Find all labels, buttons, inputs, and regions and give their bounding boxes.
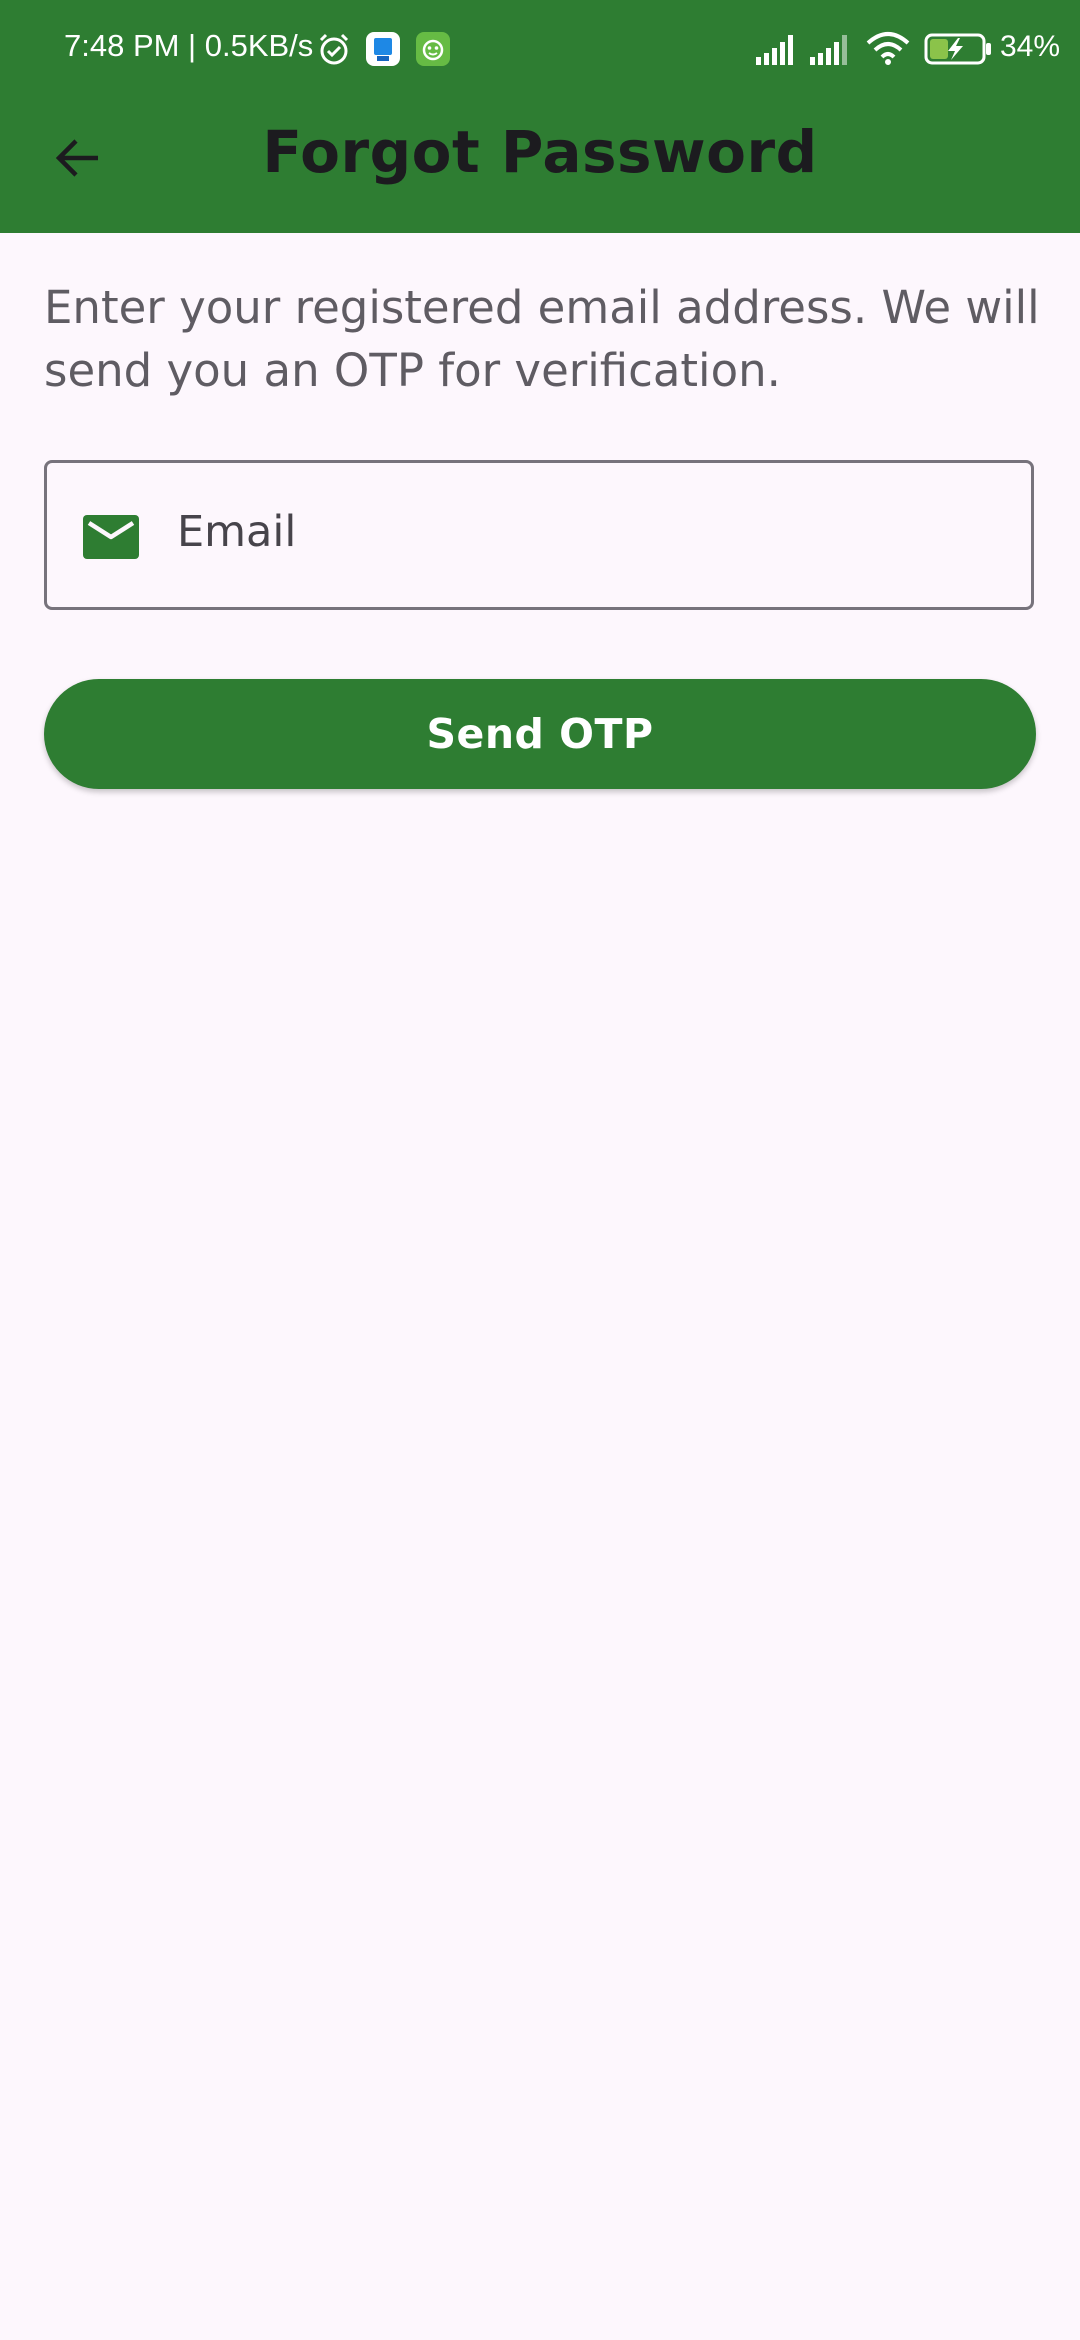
status-time: 7:48 PM | 0.5KB/s — [64, 28, 314, 63]
app-notification-icon — [365, 31, 401, 71]
android-notification-icon — [415, 31, 451, 71]
signal-icon — [756, 33, 798, 69]
status-bar: 7:48 PM | 0.5KB/s 34% — [0, 0, 1080, 100]
email-placeholder: Email — [177, 507, 297, 557]
email-field[interactable]: Email — [44, 460, 1034, 610]
signal-icon — [810, 33, 852, 69]
alarm-icon — [316, 31, 352, 71]
instruction-text: Enter your registered email address. We … — [44, 281, 1040, 397]
send-otp-label: Send OTP — [426, 710, 654, 758]
page-title: Forgot Password — [262, 118, 818, 186]
mail-icon — [83, 515, 139, 559]
battery-charging-icon — [924, 33, 994, 69]
wifi-icon — [866, 31, 910, 71]
battery-percent: 34% — [1000, 30, 1061, 63]
send-otp-button[interactable]: Send OTP — [44, 679, 1036, 789]
app-header: 7:48 PM | 0.5KB/s 34% Forgot Password — [0, 0, 1080, 233]
